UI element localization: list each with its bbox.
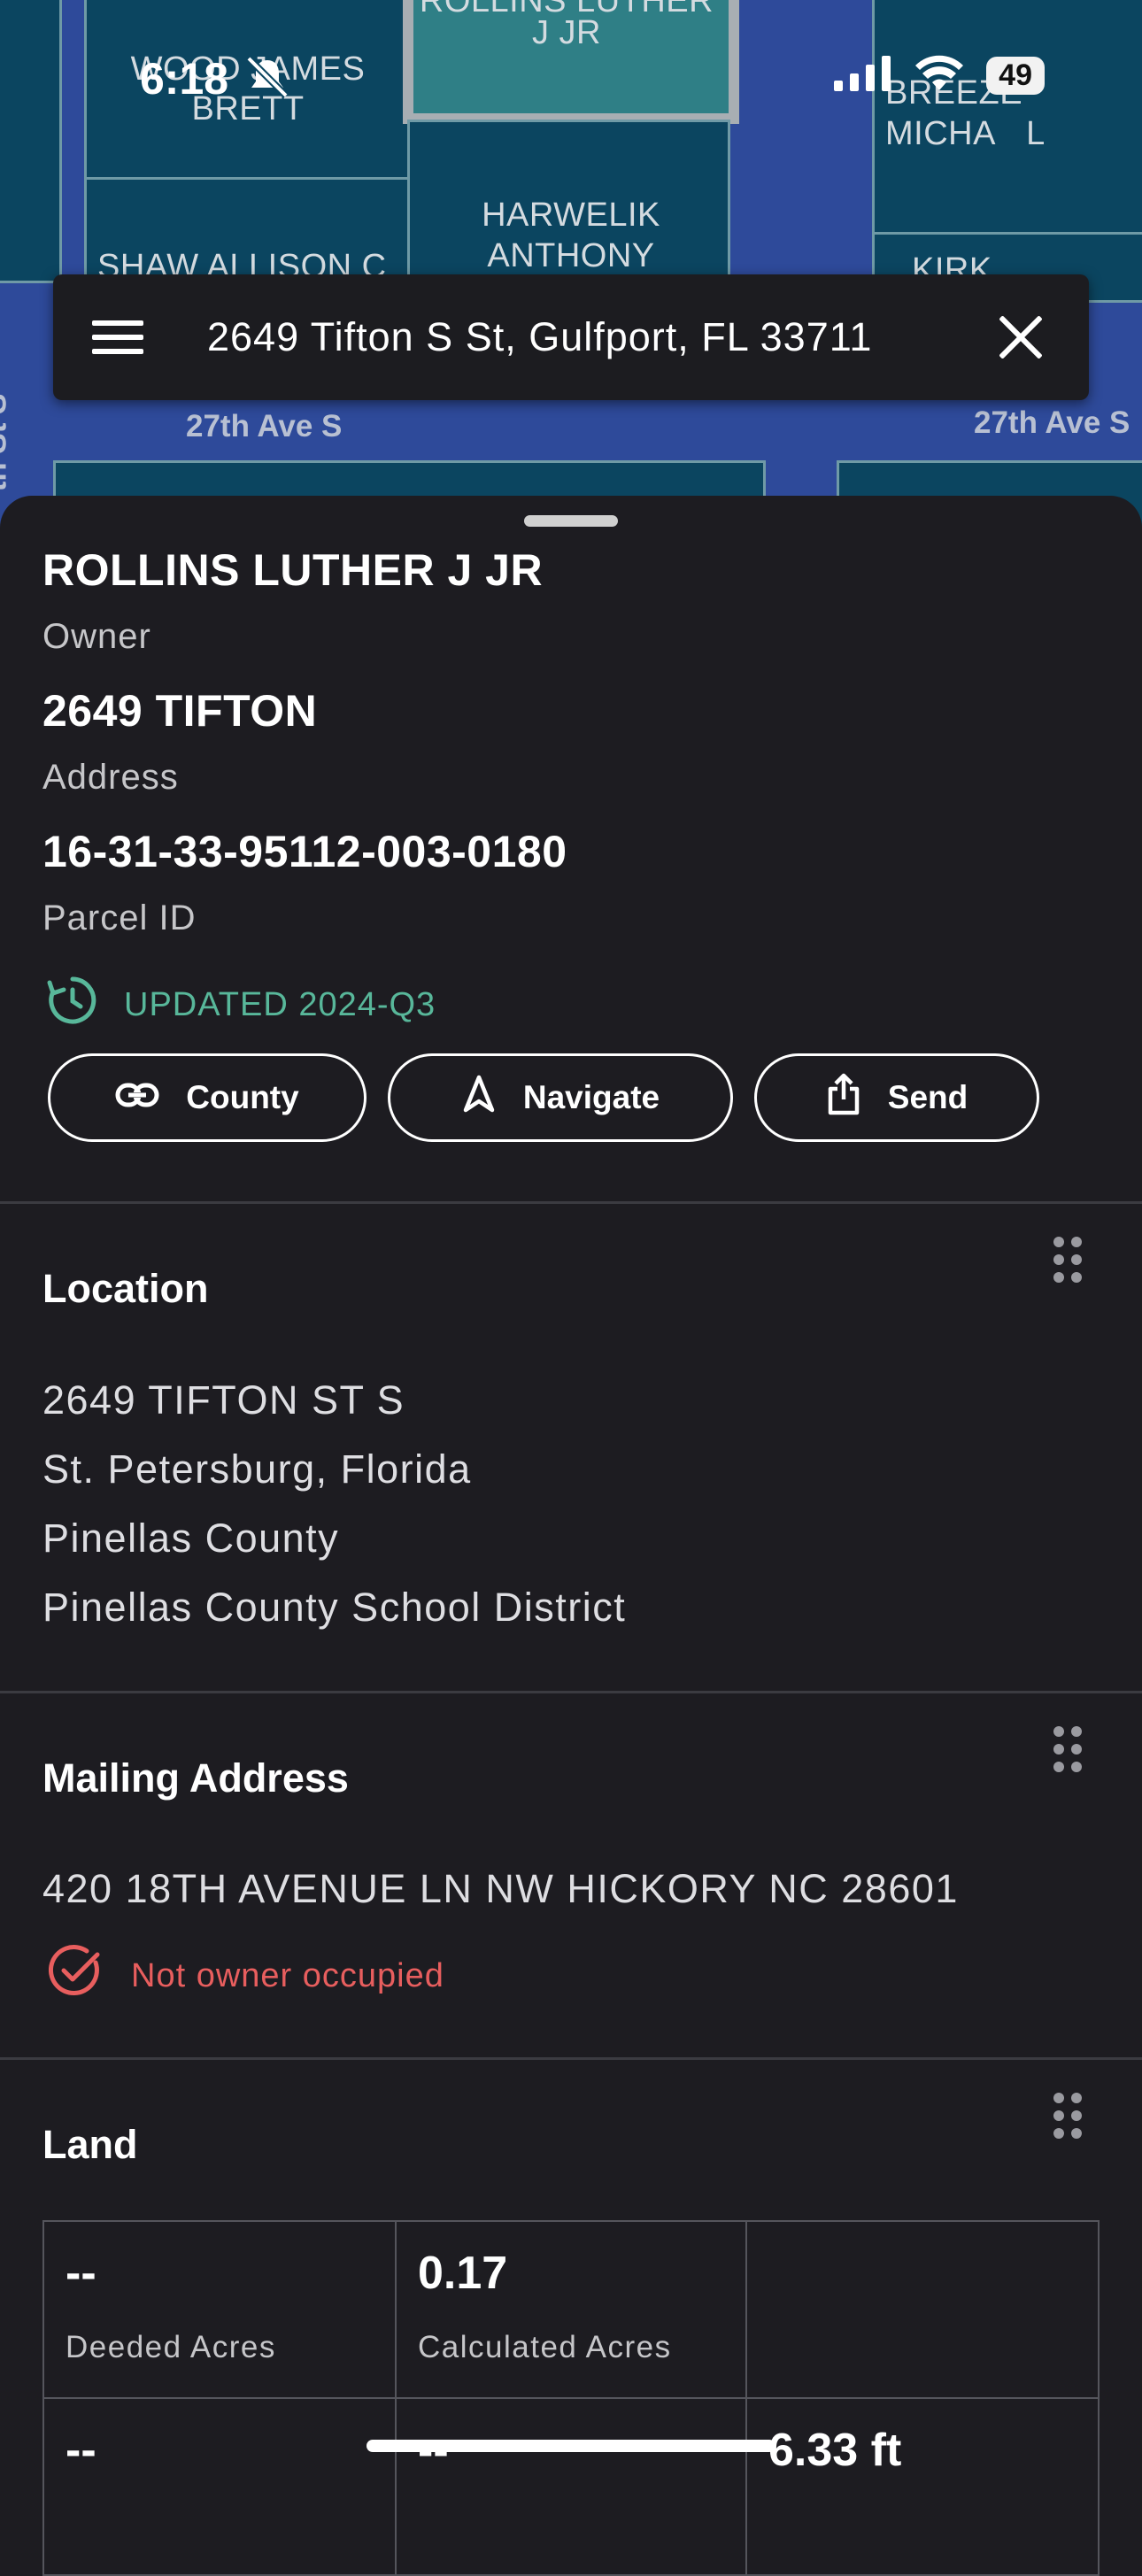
drag-handle-icon[interactable] xyxy=(1053,2093,1082,2139)
mailing-section-title: Mailing Address xyxy=(42,1755,349,1801)
parcel-id: 16-31-33-95112-003-0180 xyxy=(42,827,567,876)
silent-bell-icon xyxy=(243,55,291,104)
land-cell-value: -- xyxy=(66,2425,96,2476)
parcel-id-caption: Parcel ID xyxy=(42,899,197,937)
section-divider xyxy=(0,1691,1142,1693)
location-line: Pinellas County xyxy=(42,1516,340,1561)
menu-icon[interactable] xyxy=(92,312,143,363)
land-cell xyxy=(745,2220,1100,2399)
land-cell: 6.33 ft xyxy=(745,2397,1100,2576)
land-cell-label: Deeded Acres xyxy=(66,2330,276,2364)
navigate-button-label: Navigate xyxy=(522,1079,660,1115)
map-street-label: 27th Ave S xyxy=(974,405,1130,440)
link-icon xyxy=(115,1079,159,1116)
map-street-label: th St S xyxy=(0,394,13,492)
close-icon[interactable] xyxy=(993,311,1046,364)
land-cell: -- xyxy=(395,2397,747,2576)
parcel-address: 2649 TIFTON xyxy=(42,686,318,736)
land-cell-label: Calculated Acres xyxy=(418,2330,672,2364)
owner-name: ROLLINS LUTHER J JR xyxy=(42,545,544,595)
county-button-label: County xyxy=(186,1079,299,1115)
location-line: Pinellas County School District xyxy=(42,1585,627,1630)
parcel-map[interactable]: WOOD JAMES BRETT ROLLINS LUTHER J JR BRE… xyxy=(0,0,1142,531)
updated-label: UPDATED 2024-Q3 xyxy=(124,985,436,1023)
navigate-icon xyxy=(461,1075,497,1122)
home-indicator[interactable] xyxy=(367,2440,775,2452)
land-cell: -- xyxy=(42,2397,397,2576)
map-owner-label: L xyxy=(1026,115,1046,152)
occupancy-status: Not owner occupied xyxy=(48,1943,444,2009)
updated-status: UPDATED 2024-Q3 xyxy=(46,974,436,1036)
land-section-title: Land xyxy=(42,2122,138,2167)
share-icon xyxy=(826,1073,861,1123)
owner-caption: Owner xyxy=(42,617,151,656)
search-input[interactable]: 2649 Tifton S St, Gulfport, FL 33711 xyxy=(207,314,993,360)
drag-handle-icon[interactable] xyxy=(1053,1237,1082,1283)
check-circle-icon xyxy=(48,1943,104,2009)
status-icons: 49 xyxy=(834,55,1045,96)
location-section-title: Location xyxy=(42,1266,209,1311)
section-divider xyxy=(0,2057,1142,2060)
battery-indicator: 49 xyxy=(986,57,1045,95)
land-cell-value: -- xyxy=(66,2248,96,2299)
map-owner-label: ANTHONY xyxy=(487,237,655,274)
land-cell: -- Deeded Acres xyxy=(42,2220,397,2399)
search-bar[interactable]: 2649 Tifton S St, Gulfport, FL 33711 xyxy=(53,274,1089,400)
county-button[interactable]: County xyxy=(48,1053,367,1142)
map-street-label: 27th Ave S xyxy=(186,409,343,443)
location-line: St. Petersburg, Florida xyxy=(42,1446,472,1492)
drag-handle-icon[interactable] xyxy=(1053,1726,1082,1772)
refresh-clock-icon xyxy=(46,974,99,1036)
location-line: 2649 TIFTON ST S xyxy=(42,1377,405,1423)
map-parcel[interactable] xyxy=(0,0,62,283)
mailing-address: 420 18TH AVENUE LN NW HICKORY NC 28601 xyxy=(42,1866,959,1911)
send-button[interactable]: Send xyxy=(754,1053,1039,1142)
sheet-drag-handle[interactable] xyxy=(524,515,618,527)
status-time: 6:18 xyxy=(140,54,229,104)
occupancy-label: Not owner occupied xyxy=(131,1956,444,1994)
signal-icon xyxy=(834,56,892,96)
address-caption: Address xyxy=(42,758,179,797)
map-owner-label: HARWELIK xyxy=(482,197,660,234)
section-divider xyxy=(0,1201,1142,1204)
land-cell-value: 0.17 xyxy=(418,2248,508,2299)
land-cell: 0.17 Calculated Acres xyxy=(395,2220,747,2399)
wifi-icon xyxy=(914,55,965,96)
land-cell-value: 6.33 ft xyxy=(768,2425,902,2476)
send-button-label: Send xyxy=(887,1079,968,1115)
map-owner-label: J JR xyxy=(532,14,601,51)
navigate-button[interactable]: Navigate xyxy=(388,1053,733,1142)
